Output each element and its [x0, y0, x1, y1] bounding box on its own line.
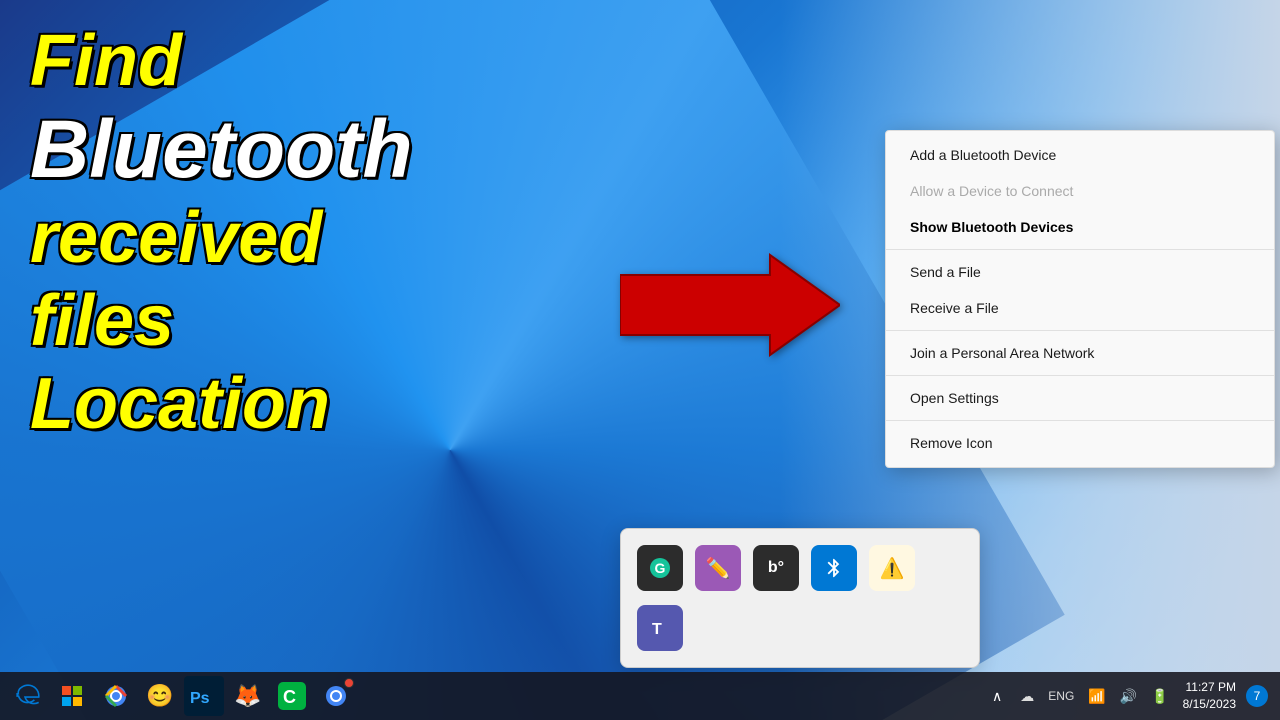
taskbar-icon-camtasia[interactable]: C [272, 676, 312, 716]
thumbnail-title: Find Bluetooth received files Location [30, 20, 413, 445]
taskbar-date-display: 8/15/2023 [1183, 696, 1236, 713]
taskbar-wifi-icon[interactable]: 📶 [1084, 684, 1109, 709]
taskbar-icon-store[interactable] [52, 676, 92, 716]
taskbar-icon-chrome2[interactable] [316, 676, 356, 716]
menu-divider-4 [886, 420, 1274, 421]
taskbar-right: ∧ ☁ ENG 📶 🔊 🔋 11:27 PM 8/15/2023 7 [972, 677, 1280, 715]
taskbar-clock[interactable]: 11:27 PM 8/15/2023 [1179, 677, 1240, 715]
menu-divider-1 [886, 249, 1274, 250]
tray-icon-grammarly[interactable]: G [637, 545, 683, 591]
menu-item-allow-device: Allow a Device to Connect [886, 173, 1274, 209]
title-received: received [30, 197, 413, 280]
tray-icons-row-2: T [637, 605, 963, 651]
taskbar-notification-badge[interactable]: 7 [1246, 685, 1268, 707]
svg-text:C: C [283, 687, 296, 707]
tray-icon-alert[interactable]: ⚠️ [869, 545, 915, 591]
title-files: files [30, 280, 413, 363]
menu-item-add-bluetooth[interactable]: Add a Bluetooth Device [886, 137, 1274, 173]
svg-text:T: T [652, 621, 662, 638]
tray-icon-bando[interactable]: b° [753, 545, 799, 591]
context-menu: Add a Bluetooth Device Allow a Device to… [885, 130, 1275, 468]
menu-item-join-pan[interactable]: Join a Personal Area Network [886, 335, 1274, 371]
tray-icons-row-1: G ✏️ b° ⚠️ [637, 545, 963, 591]
taskbar-left: 😊 Ps 🦊 C [0, 676, 972, 716]
red-arrow [620, 250, 820, 350]
tray-icon-bluetooth[interactable] [811, 545, 857, 591]
taskbar-volume-icon[interactable]: 🔊 [1116, 684, 1141, 709]
taskbar-time-display: 11:27 PM [1183, 679, 1236, 696]
taskbar-cloud-icon[interactable]: ☁ [1016, 684, 1038, 709]
tray-popup: G ✏️ b° ⚠️ T [620, 528, 980, 668]
taskbar-expand-button[interactable]: ∧ [984, 684, 1010, 709]
svg-text:G: G [655, 560, 666, 576]
taskbar-icon-chrome[interactable] [96, 676, 136, 716]
menu-item-show-bluetooth[interactable]: Show Bluetooth Devices [886, 209, 1274, 245]
title-bluetooth: Bluetooth [30, 103, 413, 197]
taskbar: 😊 Ps 🦊 C ∧ [0, 672, 1280, 720]
tray-icon-teams[interactable]: T [637, 605, 683, 651]
menu-divider-3 [886, 375, 1274, 376]
menu-item-receive-file[interactable]: Receive a File [886, 290, 1274, 326]
svg-text:Ps: Ps [190, 690, 210, 707]
taskbar-language-indicator[interactable]: ENG [1044, 685, 1078, 707]
menu-divider-2 [886, 330, 1274, 331]
taskbar-icon-photoshop[interactable]: Ps [184, 676, 224, 716]
title-find: Find [30, 20, 413, 103]
menu-item-remove-icon[interactable]: Remove Icon [886, 425, 1274, 461]
taskbar-icon-edge[interactable] [8, 676, 48, 716]
tray-icon-pen[interactable]: ✏️ [695, 545, 741, 591]
menu-item-open-settings[interactable]: Open Settings [886, 380, 1274, 416]
menu-item-send-file[interactable]: Send a File [886, 254, 1274, 290]
taskbar-icon-emoji-app[interactable]: 😊 [140, 676, 180, 716]
taskbar-icon-firefox[interactable]: 🦊 [228, 676, 268, 716]
title-location: Location [30, 363, 413, 446]
taskbar-battery-icon[interactable]: 🔋 [1147, 684, 1172, 709]
